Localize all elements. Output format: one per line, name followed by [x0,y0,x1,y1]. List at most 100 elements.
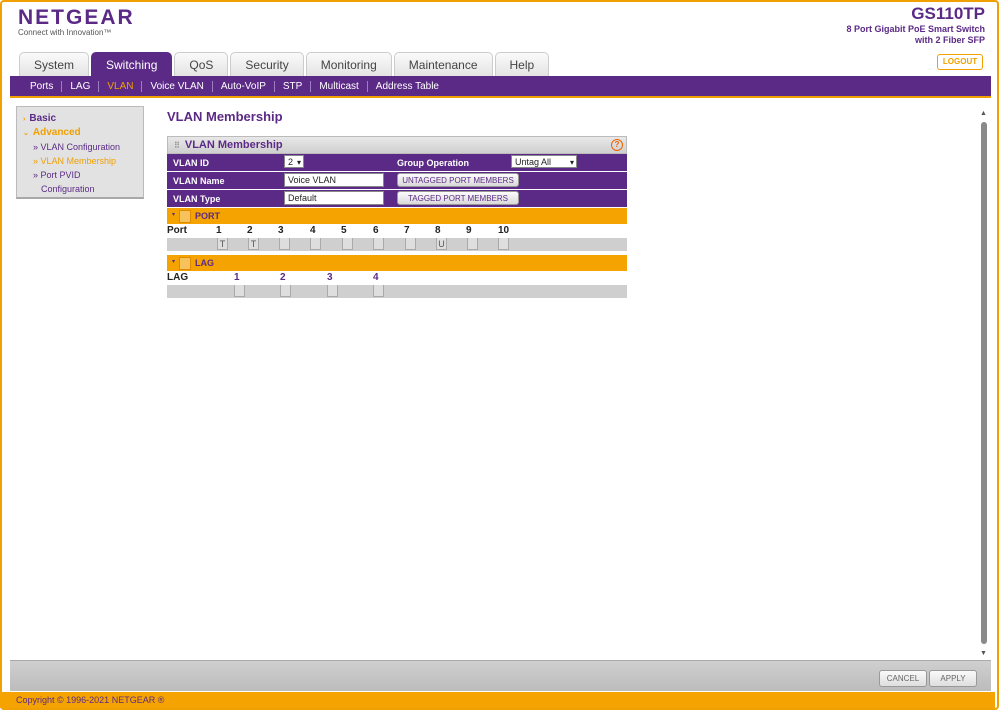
sidebar-item-port-pvid-configuration[interactable]: Configuration [41,184,95,194]
model-name: GS110TP [911,4,985,23]
tab-switching[interactable]: Switching [91,52,173,76]
lag-number: 4 [373,272,379,283]
main-tabs: System Switching QoS Security Monitoring… [19,52,550,76]
vlan-membership-panel: ⠿ VLAN Membership ? VLAN ID 2 ▾ Group Oper… [167,136,627,298]
subnav-voice-vlan[interactable]: Voice VLAN [142,80,213,92]
sidebar-advanced[interactable]: ⌄ Advanced [23,127,81,138]
tab-security[interactable]: Security [230,52,304,76]
port-membership-cell[interactable] [279,238,290,250]
port-membership-cell[interactable] [467,238,478,250]
chevron-right-icon: › [23,116,26,123]
vlan-name-label: VLAN Name [173,176,225,186]
row-vlan-type: VLAN Type Default TAGGED PORT MEMBERS [167,190,627,208]
tab-maintenance[interactable]: Maintenance [393,52,493,76]
drag-handle-icon: ⠿ [174,141,180,150]
sidebar-advanced-label: Advanced [32,127,81,138]
subnav-stp[interactable]: STP [275,80,312,92]
port-number: 10 [498,225,510,236]
vlan-type-field: Default [284,191,384,205]
chevron-down-icon: ▾ [296,158,301,167]
lag-section-label: LAG [195,258,214,268]
vlan-id-label: VLAN ID [173,158,209,168]
port-number: 7 [404,225,410,236]
lag-membership-cell[interactable] [234,285,245,297]
sidebar-basic-label: Basic [29,113,57,124]
port-number: 8 [435,225,441,236]
lag-number-row: LAG 1 2 3 4 [167,271,627,285]
lag-membership-cell[interactable] [280,285,291,297]
port-membership-cell[interactable]: U [436,238,447,250]
port-number: 3 [278,225,284,236]
select-all-lags-checkbox[interactable] [179,257,191,270]
lag-membership-row [167,285,627,298]
port-number: 6 [373,225,379,236]
model-description: 8 Port Gigabit PoE Smart Switch with 2 F… [846,24,985,45]
tagged-port-members-button[interactable]: TAGGED PORT MEMBERS [397,191,519,205]
collapse-icon: ▾ [171,212,175,218]
port-number: 9 [466,225,472,236]
vlan-name-field[interactable]: Voice VLAN [284,173,384,187]
lag-number: 2 [280,272,286,283]
port-section-header[interactable]: ▾ PORT [167,208,627,224]
port-membership-cell[interactable] [373,238,384,250]
untagged-port-members-button[interactable]: UNTAGGED PORT MEMBERS [397,173,519,187]
sidebar-item-vlan-configuration[interactable]: » VLAN Configuration [33,142,120,152]
port-number-row: Port 1 2 3 4 5 6 7 8 9 10 [167,224,627,238]
subnav-ports[interactable]: Ports [22,80,63,92]
panel-title: VLAN Membership [184,139,283,151]
sidebar-item-vlan-membership[interactable]: » VLAN Membership [33,156,116,166]
netgear-logo: NETGEAR Connect with Innovation™ [18,6,135,37]
subnav-auto-voip[interactable]: Auto-VoIP [213,80,275,92]
lag-membership-cell[interactable] [327,285,338,297]
chevron-down-icon: ⌄ [23,130,29,137]
port-number: 1 [216,225,222,236]
select-all-ports-checkbox[interactable] [179,210,191,223]
apply-button[interactable]: APPLY [929,670,977,687]
chevron-down-icon: ▾ [569,158,574,167]
port-number: 2 [247,225,253,236]
subnav-address-table[interactable]: Address Table [368,81,447,92]
help-icon[interactable]: ? [611,139,623,151]
subnav-lag[interactable]: LAG [62,80,100,92]
port-membership-cell[interactable] [405,238,416,250]
group-operation-select[interactable]: Untag All ▾ [511,155,577,168]
content-area: › Basic ⌄ Advanced » VLAN Configuration » … [10,100,991,660]
subnav-multicast[interactable]: Multicast [311,80,368,92]
port-membership-cell[interactable] [310,238,321,250]
tab-monitoring[interactable]: Monitoring [305,52,392,76]
panel-header: ⠿ VLAN Membership ? [167,136,627,154]
port-membership-cell[interactable] [342,238,353,250]
sub-navigation: Ports LAG VLAN Voice VLAN Auto-VoIP STP … [10,76,991,98]
logout-button[interactable]: LOGOUT [937,54,983,70]
port-membership-cell[interactable]: T [248,238,259,250]
vertical-scrollbar[interactable]: ▲ ▼ [980,110,987,658]
port-membership-cell[interactable]: T [217,238,228,250]
cancel-button[interactable]: CANCEL [879,670,927,687]
lag-number: 1 [234,272,240,283]
subnav-vlan[interactable]: VLAN [99,80,143,92]
lag-section-header[interactable]: ▾ LAG [167,255,627,271]
tab-system[interactable]: System [19,52,90,76]
sidebar-item-port-pvid[interactable]: » Port PVID [33,170,81,180]
lag-row-label: LAG [167,272,189,283]
model-info: GS110TP 8 Port Gigabit PoE Smart Switch … [835,4,985,46]
scroll-thumb[interactable] [981,122,987,644]
tab-help[interactable]: Help [494,52,550,76]
scroll-up-arrow-icon[interactable]: ▲ [980,110,987,118]
scroll-down-arrow-icon[interactable]: ▼ [980,650,987,658]
lag-membership-cell[interactable] [373,285,384,297]
vlan-type-label: VLAN Type [173,194,221,204]
vlan-id-value: 2 [288,157,294,167]
group-operation-label: Group Operation [397,158,469,168]
row-vlan-name: VLAN Name Voice VLAN UNTAGGED PORT MEMBE… [167,172,627,190]
port-number: 5 [341,225,347,236]
footer-button-bar: CANCEL APPLY [10,660,991,691]
port-section-label: PORT [195,211,221,221]
copyright-bar: Copyright © 1996-2021 NETGEAR ® [0,692,995,708]
page-title: VLAN Membership [167,109,283,124]
port-membership-cell[interactable] [498,238,509,250]
tab-qos[interactable]: QoS [174,52,229,76]
sidebar: › Basic ⌄ Advanced » VLAN Configuration » … [16,106,144,199]
vlan-id-select[interactable]: 2 ▾ [284,155,304,168]
sidebar-basic[interactable]: › Basic [23,113,56,124]
